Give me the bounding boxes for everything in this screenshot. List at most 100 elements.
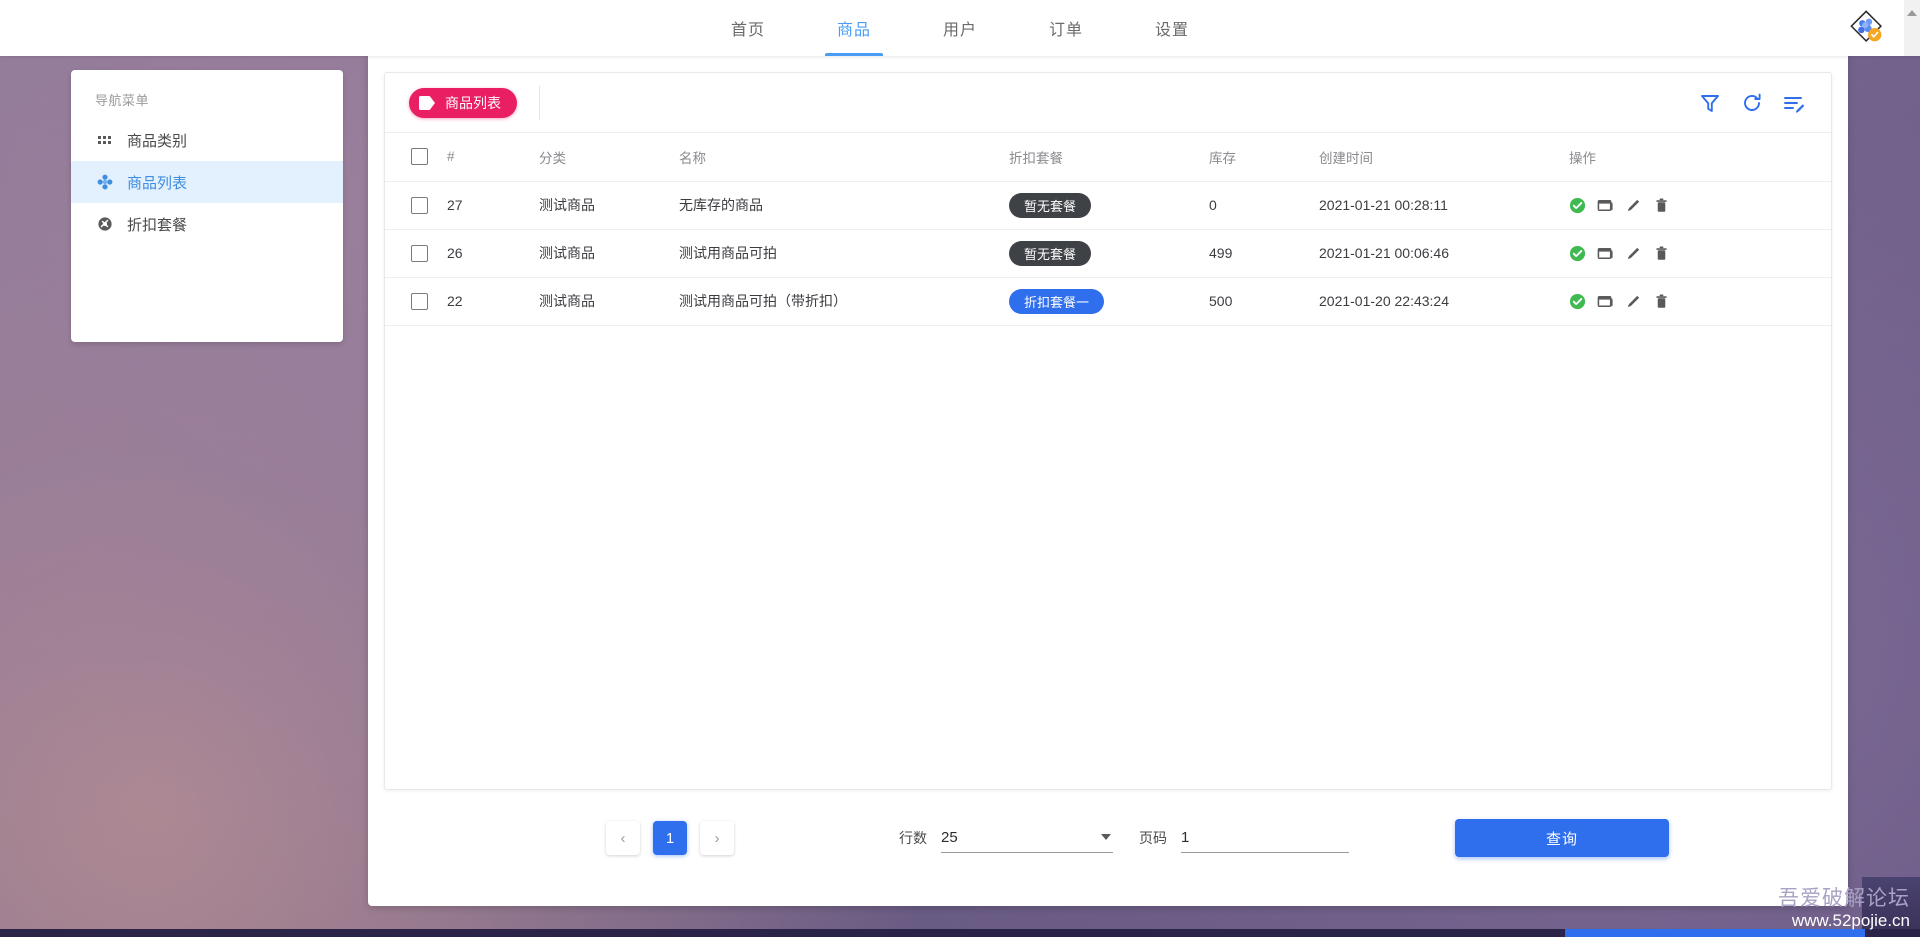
package-badge: 暂无套餐	[1009, 240, 1092, 266]
query-button[interactable]: 查询	[1455, 819, 1669, 857]
scroll-up-arrow-icon[interactable]	[1907, 10, 1917, 16]
header-select-all	[385, 133, 447, 182]
trash-icon[interactable]	[1653, 245, 1670, 262]
row-checkbox[interactable]	[411, 196, 428, 214]
grid-icon	[98, 136, 111, 144]
table-row[interactable]: 27 测试商品 无库存的商品 暂无套餐 0 2021-01-21 00:28:11	[385, 181, 1831, 230]
cell-id: 22	[447, 277, 539, 326]
nav-item-products[interactable]: 商品	[815, 0, 893, 56]
page-number-group: 页码 1	[1139, 823, 1349, 853]
row-action-group	[1569, 245, 1831, 262]
header-category[interactable]: 分类	[539, 133, 679, 182]
card-icon[interactable]	[1597, 293, 1614, 310]
cell-name: 测试用商品可拍（带折扣）	[679, 277, 1009, 326]
prev-page-button[interactable]: ‹	[606, 821, 640, 855]
cell-actions	[1569, 277, 1831, 326]
card-icon[interactable]	[1597, 245, 1614, 262]
check-circle-icon[interactable]	[1569, 293, 1586, 310]
row-action-group	[1569, 197, 1831, 214]
cell-package: 暂无套餐	[1009, 181, 1209, 230]
row-checkbox[interactable]	[411, 244, 428, 262]
nav-item-users[interactable]: 用户	[921, 0, 999, 56]
next-page-button[interactable]: ›	[700, 821, 734, 855]
table-header-row: # 分类 名称 折扣套餐 库存 创建时间 操作	[385, 133, 1831, 182]
nav-item-users-label: 用户	[942, 22, 977, 39]
cell-id: 27	[447, 181, 539, 230]
watermark-cn: 吾爱破解论坛	[1778, 887, 1910, 911]
nav-item-home[interactable]: 首页	[709, 0, 787, 56]
trash-icon[interactable]	[1653, 293, 1670, 310]
cell-package: 折扣套餐一	[1009, 277, 1209, 326]
card-icon[interactable]	[1597, 197, 1614, 214]
row-select-cell	[385, 277, 447, 326]
nav-item-products-label: 商品	[836, 22, 871, 39]
nav-item-settings[interactable]: 设置	[1133, 0, 1211, 56]
header-name[interactable]: 名称	[679, 133, 1009, 182]
table-toolbar: 商品列表	[385, 73, 1831, 133]
tag-icon	[419, 95, 435, 110]
check-circle-icon[interactable]	[1569, 197, 1586, 214]
top-nav-items: 首页 商品 用户 订单 设置	[709, 0, 1211, 56]
list-edit-icon[interactable]	[1783, 92, 1805, 114]
cell-name: 测试用商品可拍	[679, 229, 1009, 278]
cell-created: 2021-01-20 22:43:24	[1319, 277, 1569, 326]
pencil-icon[interactable]	[1625, 293, 1642, 310]
cell-name: 无库存的商品	[679, 181, 1009, 230]
top-navigation-bar: 首页 商品 用户 订单 设置	[0, 0, 1920, 56]
header-created[interactable]: 创建时间	[1319, 133, 1569, 182]
sidebar-item-discount-package[interactable]: 折扣套餐	[71, 203, 343, 245]
check-circle-icon[interactable]	[1569, 245, 1586, 262]
header-stock[interactable]: 库存	[1209, 133, 1319, 182]
tab-chip-product-list[interactable]: 商品列表	[409, 87, 517, 118]
cell-stock: 0	[1209, 181, 1319, 230]
sidebar-title: 导航菜单	[95, 93, 150, 108]
watermark: 吾爱破解论坛 www.52pojie.cn	[1778, 887, 1910, 931]
page-number-input[interactable]: 1	[1181, 823, 1349, 853]
cell-created: 2021-01-21 00:06:46	[1319, 229, 1569, 278]
cell-category: 测试商品	[539, 181, 679, 230]
cell-id: 26	[447, 229, 539, 278]
cell-stock: 500	[1209, 277, 1319, 326]
sidebar-item-categories-label: 商品类别	[127, 132, 188, 150]
cell-stock: 499	[1209, 229, 1319, 278]
cell-package: 暂无套餐	[1009, 229, 1209, 278]
cell-actions	[1569, 181, 1831, 230]
nav-item-settings-label: 设置	[1155, 22, 1190, 39]
rows-per-page-select[interactable]: 25	[941, 823, 1113, 853]
nav-item-orders-label: 订单	[1049, 22, 1084, 39]
nav-item-home-label: 首页	[730, 22, 765, 39]
pencil-icon[interactable]	[1625, 245, 1642, 262]
header-actions: 操作	[1569, 133, 1831, 182]
gear-badge-icon	[98, 217, 112, 231]
page-number-label: 页码	[1139, 830, 1167, 846]
row-checkbox[interactable]	[411, 292, 428, 310]
page-1-button[interactable]: 1	[653, 821, 687, 855]
toolbar-actions	[1699, 73, 1805, 133]
window-scrollbar-top[interactable]	[1904, 0, 1920, 56]
cell-created: 2021-01-21 00:28:11	[1319, 181, 1569, 230]
trash-icon[interactable]	[1653, 197, 1670, 214]
sidebar-item-product-list[interactable]: 商品列表	[71, 161, 343, 203]
table-body: 27 测试商品 无库存的商品 暂无套餐 0 2021-01-21 00:28:11 26 测试…	[385, 181, 1831, 326]
select-all-checkbox[interactable]	[411, 148, 428, 166]
nav-item-orders[interactable]: 订单	[1027, 0, 1105, 56]
pagination: ‹ 1 ›	[606, 821, 734, 855]
filter-icon[interactable]	[1699, 92, 1721, 114]
pencil-icon[interactable]	[1625, 197, 1642, 214]
rows-per-page-group: 行数 25	[899, 823, 1113, 853]
sidebar-item-categories[interactable]: 商品类别	[71, 119, 343, 161]
refresh-icon[interactable]	[1741, 92, 1763, 114]
sidebar-item-discount-package-label: 折扣套餐	[127, 216, 188, 234]
table-row[interactable]: 22 测试商品 测试用商品可拍（带折扣） 折扣套餐一 500 2021-01-20 22:…	[385, 277, 1831, 326]
row-select-cell	[385, 229, 447, 278]
row-action-group	[1569, 293, 1831, 310]
product-table-panel: 商品列表 # 分类 名称 折扣套餐 库存 创建时间 操作 27 测试商品 无库存…	[384, 72, 1832, 790]
header-id[interactable]: #	[447, 133, 539, 182]
table-row[interactable]: 26 测试商品 测试用商品可拍 暂无套餐 499 2021-01-21 00:06:46	[385, 229, 1831, 278]
sidebar-item-product-list-label: 商品列表	[127, 174, 188, 192]
header-package[interactable]: 折扣套餐	[1009, 133, 1209, 182]
toolbar-divider	[539, 85, 540, 120]
app-logo-icon[interactable]	[1850, 10, 1888, 48]
package-badge: 折扣套餐一	[1009, 288, 1105, 314]
sidebar-panel: 导航菜单 商品类别 商品列表 折扣套餐	[71, 70, 343, 342]
